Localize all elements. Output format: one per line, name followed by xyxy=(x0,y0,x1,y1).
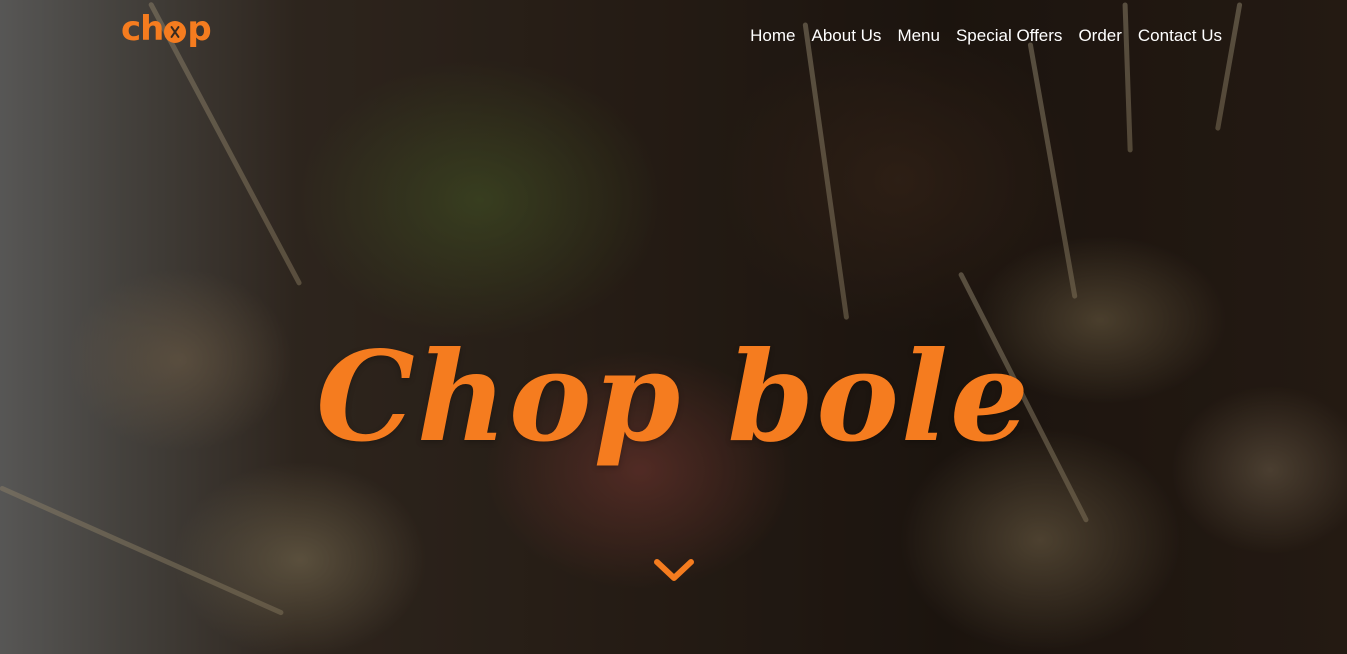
nav-about-us[interactable]: About Us xyxy=(812,24,882,48)
main-nav: Home About Us Menu Special Offers Order … xyxy=(750,24,1222,48)
logo-plate-icon xyxy=(164,21,187,43)
logo-text-right: p xyxy=(187,9,211,49)
chevron-down-icon xyxy=(654,559,694,581)
scroll-down-button[interactable] xyxy=(653,556,695,584)
logo-text-left: ch xyxy=(121,9,164,49)
site-header: ch p Home About Us Menu Special Offers O… xyxy=(0,0,1347,74)
nav-order[interactable]: Order xyxy=(1078,24,1121,48)
nav-special-offers[interactable]: Special Offers xyxy=(956,24,1062,48)
site-logo[interactable]: ch p xyxy=(121,9,212,49)
nav-home[interactable]: Home xyxy=(750,24,795,48)
nav-contact-us[interactable]: Contact Us xyxy=(1138,24,1222,48)
hero-title: Chop bole xyxy=(316,325,1031,471)
hero-section: ch p Home About Us Menu Special Offers O… xyxy=(0,0,1347,654)
nav-menu[interactable]: Menu xyxy=(897,24,940,48)
